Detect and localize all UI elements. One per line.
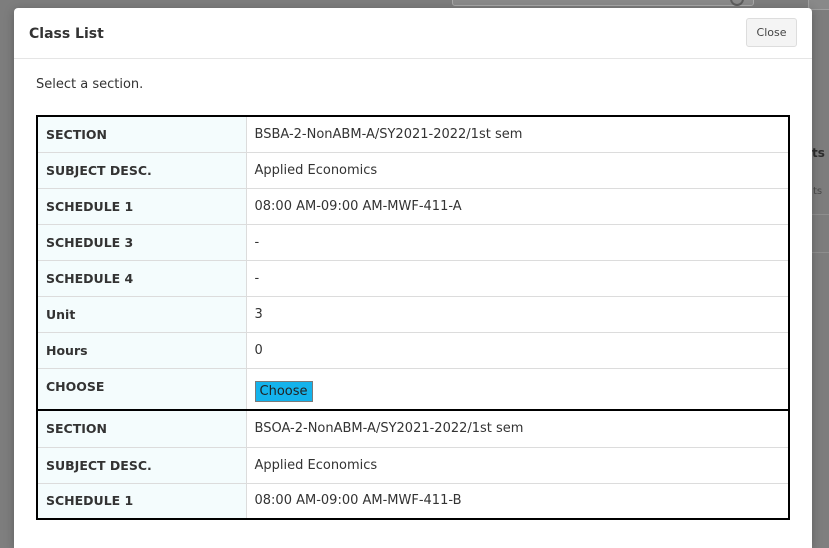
choose-button[interactable]: Choose (254, 381, 313, 403)
row-label: SECTION (37, 116, 247, 153)
background-column-header-fragment: ts (812, 146, 825, 160)
modal-body: Select a section. SECTION BSBA-2-NonABM-… (36, 76, 790, 520)
background-search-input (452, 0, 754, 6)
row-label: SUBJECT DESC. (37, 152, 247, 189)
instruction-text: Select a section. (36, 77, 144, 92)
row-label: SECTION (37, 411, 247, 448)
row-value: BSOA-2-NonABM-A/SY2021-2022/1st sem (246, 411, 789, 448)
table-row: SUBJECT DESC. Applied Economics (37, 447, 789, 484)
section-table: SECTION BSBA-2-NonABM-A/SY2021-2022/1st … (36, 115, 790, 411)
choose-cell: Choose (246, 368, 789, 410)
table-row: Hours 0 (37, 332, 789, 369)
table-row: SCHEDULE 4 - (37, 260, 789, 297)
table-row: Unit 3 (37, 296, 789, 333)
background-divider (812, 252, 829, 253)
row-value: - (246, 224, 789, 261)
close-button[interactable]: Close (746, 18, 797, 47)
row-label: SCHEDULE 1 (37, 483, 247, 519)
modal-title: Class List (29, 26, 104, 42)
table-row: SECTION BSBA-2-NonABM-A/SY2021-2022/1st … (37, 116, 789, 153)
row-value: Applied Economics (246, 447, 789, 484)
table-row: SCHEDULE 3 - (37, 224, 789, 261)
table-row: SUBJECT DESC. Applied Economics (37, 152, 789, 189)
row-value: 08:00 AM-09:00 AM-MWF-411-A (246, 188, 789, 225)
row-label: Hours (37, 332, 247, 369)
row-value: BSBA-2-NonABM-A/SY2021-2022/1st sem (246, 116, 789, 153)
row-value: Applied Economics (246, 152, 789, 189)
class-list-modal: Class List Close Select a section. SECTI… (14, 8, 812, 548)
table-row: SCHEDULE 1 08:00 AM-09:00 AM-MWF-411-B (37, 483, 789, 519)
table-row: SECTION BSOA-2-NonABM-A/SY2021-2022/1st … (37, 411, 789, 448)
row-label: SCHEDULE 1 (37, 188, 247, 225)
background-cell-fragment: ts (813, 186, 823, 197)
modal-header: Class List Close (14, 8, 812, 59)
row-label: SCHEDULE 4 (37, 260, 247, 297)
row-label: Unit (37, 296, 247, 333)
table-row: CHOOSE Choose (37, 368, 789, 410)
row-value: 08:00 AM-09:00 AM-MWF-411-B (246, 483, 789, 519)
row-label: SCHEDULE 3 (37, 224, 247, 261)
background-divider (812, 214, 829, 215)
table-row: SCHEDULE 1 08:00 AM-09:00 AM-MWF-411-A (37, 188, 789, 225)
choose-row-label: CHOOSE (37, 368, 247, 410)
row-value: - (246, 260, 789, 297)
row-value: 3 (246, 296, 789, 333)
row-label: SUBJECT DESC. (37, 447, 247, 484)
row-value: 0 (246, 332, 789, 369)
section-table: SECTION BSOA-2-NonABM-A/SY2021-2022/1st … (36, 411, 790, 520)
